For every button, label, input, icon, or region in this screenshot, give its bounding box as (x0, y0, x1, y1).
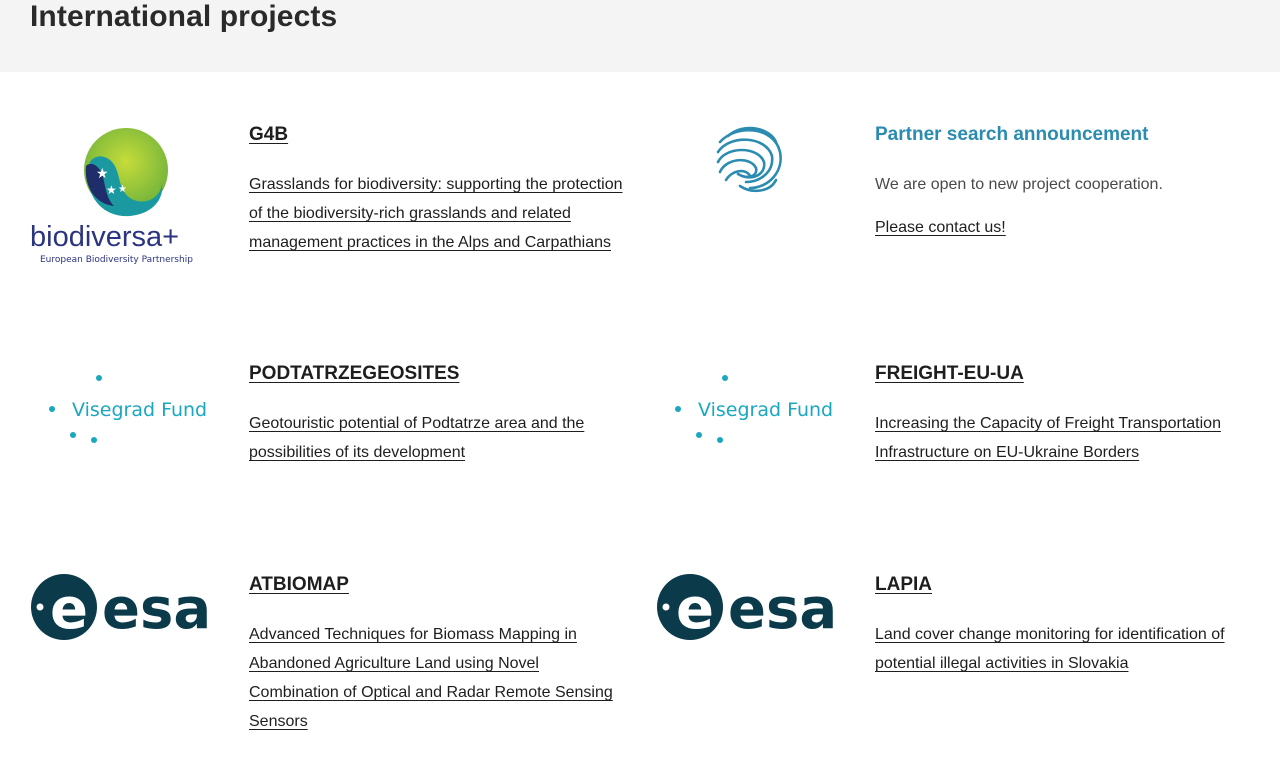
project-title-link[interactable]: FREIGHT-EU-UA (875, 361, 1024, 387)
svg-text:★: ★ (96, 166, 109, 182)
project-content: Partner search announcement We are open … (875, 122, 1255, 237)
svg-text:★: ★ (118, 184, 127, 195)
project-card-lapia: e esa LAPIA Land cover change monitoring… (656, 572, 1256, 762)
project-content: FREIGHT-EU-UA Increasing the Capacity of… (875, 361, 1255, 467)
project-card-g4b: ★ ★ ★ biodiversa+ European Biodiversity … (30, 122, 630, 312)
visegrad-wordmark: Visegrad Fund (72, 399, 207, 421)
project-description-link[interactable]: Geotouristic potential of Podtatrze area… (249, 415, 584, 461)
project-description: Grasslands for biodiversity: supporting … (249, 170, 629, 257)
page-header: International projects (0, 0, 1280, 72)
project-description: Geotouristic potential of Podtatrze area… (249, 409, 629, 467)
project-card-partner-search: Partner search announcement We are open … (656, 122, 1256, 312)
svg-text:e: e (676, 577, 714, 642)
project-content: LAPIA Land cover change monitoring for i… (875, 572, 1255, 678)
contact-link[interactable]: Please contact us! (875, 219, 1006, 236)
page-title: International projects (30, 0, 338, 33)
biodiversa-logo[interactable]: ★ ★ ★ biodiversa+ European Biodiversity … (30, 122, 220, 282)
project-content: G4B Grasslands for biodiversity: support… (249, 122, 629, 257)
esa-wordmark: esa (728, 577, 837, 642)
project-card-freight-eu-ua: Visegrad Fund FREIGHT-EU-UA Increasing t… (656, 361, 1256, 551)
project-description-link[interactable]: Increasing the Capacity of Freight Trans… (875, 415, 1221, 461)
project-title[interactable]: Partner search announcement (875, 122, 1148, 148)
visegrad-wordmark: Visegrad Fund (698, 399, 833, 421)
project-title-link[interactable]: ATBIOMAP (249, 572, 349, 598)
esa-wordmark: esa (102, 577, 211, 642)
project-title-link[interactable]: LAPIA (875, 572, 932, 598)
biodiversa-subtitle: European Biodiversity Partnership (40, 255, 193, 265)
esa-logo[interactable]: e esa (656, 572, 846, 732)
project-description-link[interactable]: Land cover change monitoring for identif… (875, 626, 1225, 672)
project-content: ATBIOMAP Advanced Techniques for Biomass… (249, 572, 629, 736)
svg-text:★: ★ (106, 183, 117, 197)
project-description-link[interactable]: Grasslands for biodiversity: supporting … (249, 176, 623, 251)
project-description: We are open to new project cooperation. (875, 176, 1163, 193)
esa-logo[interactable]: e esa (30, 572, 220, 732)
project-description: Increasing the Capacity of Freight Trans… (875, 409, 1255, 467)
project-card-atbiomap: e esa ATBIOMAP Advanced Techniques for B… (30, 572, 630, 762)
project-content: PODTATRZEGEOSITES Geotouristic potential… (249, 361, 629, 467)
project-description-link[interactable]: Advanced Techniques for Biomass Mapping … (249, 626, 613, 730)
fingerprint-wave-logo (656, 122, 846, 282)
visegrad-fund-logo[interactable]: Visegrad Fund (656, 361, 846, 521)
biodiversa-wordmark: biodiversa+ (30, 221, 179, 253)
project-title-link[interactable]: PODTATRZEGEOSITES (249, 361, 459, 387)
contact-line: Please contact us! (875, 219, 1255, 237)
project-description: Land cover change monitoring for identif… (875, 620, 1255, 678)
svg-text:e: e (50, 577, 88, 642)
visegrad-fund-logo[interactable]: Visegrad Fund (30, 361, 220, 521)
project-description: Advanced Techniques for Biomass Mapping … (249, 620, 629, 736)
project-card-podtatrzegeosites: Visegrad Fund PODTATRZEGEOSITES Geotouri… (30, 361, 630, 551)
project-title-link[interactable]: G4B (249, 122, 288, 148)
